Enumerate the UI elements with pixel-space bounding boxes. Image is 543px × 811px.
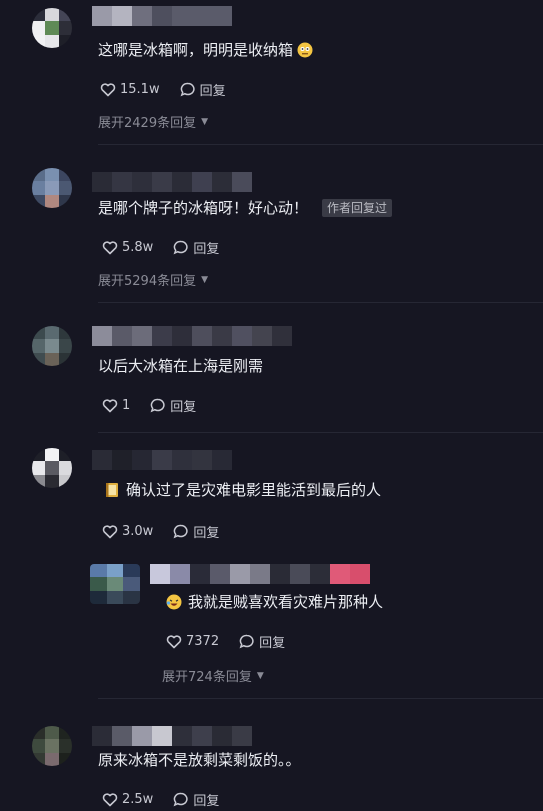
comment-text: 是哪个牌子的冰箱呀！好心动！ 作者回复过: [98, 198, 393, 218]
expand-replies[interactable]: 展开5294条回复 ▼: [98, 270, 208, 289]
comment-item: 确认过了是灾难电影里能活到最后的人 3.0w 回复 我就是贼喜欢看灾难片那种人 …: [0, 440, 543, 700]
speech-bubble-icon: [173, 524, 188, 539]
avatar[interactable]: [32, 168, 72, 208]
reply-button[interactable]: 回复: [173, 790, 219, 809]
like-button[interactable]: 3.0w: [102, 524, 153, 539]
comment-text: 以后大冰箱在上海是刚需: [98, 357, 264, 375]
like-button[interactable]: 1: [102, 398, 130, 413]
username[interactable]: [92, 172, 252, 192]
divider: [98, 698, 543, 699]
comment-item: 原来冰箱不是放剩菜剩饭的。。 2.5w 回复: [0, 708, 543, 811]
caret-down-icon: ▼: [201, 274, 209, 285]
divider: [98, 432, 543, 433]
heart-outline-icon: [102, 793, 118, 807]
username[interactable]: [92, 726, 252, 746]
like-count: 15.1w: [120, 82, 160, 97]
comment-text: 这哪是冰箱啊，明明是收纳箱: [98, 40, 313, 60]
reply-button[interactable]: 回复: [173, 238, 219, 257]
heart-outline-icon: [100, 83, 116, 97]
comment-text: 原来冰箱不是放剩菜剩饭的。。: [98, 751, 301, 769]
divider: [98, 302, 543, 303]
laughing-emoji-icon: [166, 594, 182, 610]
avatar[interactable]: [32, 326, 72, 366]
heart-outline-icon: [166, 635, 182, 649]
caret-down-icon: ▼: [201, 116, 209, 127]
reply-button[interactable]: 回复: [239, 632, 285, 651]
divider: [98, 144, 543, 145]
expand-replies[interactable]: 展开724条回复 ▼: [162, 666, 264, 685]
reply-label: 回复: [193, 242, 220, 257]
caret-down-icon: ▼: [256, 670, 264, 681]
emoji-icon: [297, 42, 313, 58]
speech-bubble-icon: [173, 240, 188, 255]
reply-label: 回复: [199, 84, 226, 99]
comment-text: 我就是贼喜欢看灾难片那种人: [166, 592, 383, 612]
like-count: 2.5w: [122, 792, 154, 807]
like-button[interactable]: 5.8w: [102, 240, 153, 255]
like-count: 1: [122, 398, 131, 413]
comment-text: 确认过了是灾难电影里能活到最后的人: [104, 480, 381, 500]
username[interactable]: [92, 6, 232, 26]
speech-bubble-icon: [239, 634, 254, 649]
speech-bubble-icon: [180, 82, 195, 97]
like-button[interactable]: 7372: [166, 634, 219, 649]
heart-outline-icon: [102, 525, 118, 539]
comment-item: 以后大冰箱在上海是刚需 1 回复: [0, 310, 543, 430]
reply-label: 回复: [193, 794, 220, 809]
reply-button[interactable]: 回复: [150, 396, 196, 415]
like-count: 7372: [186, 634, 220, 649]
avatar[interactable]: [90, 564, 140, 604]
comment-item: 这哪是冰箱啊，明明是收纳箱 15.1w 回复 展开2429条回复 ▼: [0, 0, 543, 140]
username[interactable]: [92, 326, 292, 346]
reply-button[interactable]: 回复: [173, 522, 219, 541]
heart-outline-icon: [102, 241, 118, 255]
username[interactable]: [150, 564, 370, 584]
reply-label: 回复: [193, 526, 220, 541]
like-button[interactable]: 2.5w: [102, 792, 153, 807]
comment-item: 是哪个牌子的冰箱呀！好心动！ 作者回复过 5.8w 回复 展开5294条回复 ▼: [0, 150, 543, 300]
reply-button[interactable]: 回复: [180, 80, 226, 99]
like-count: 3.0w: [122, 524, 154, 539]
notebook-emoji-icon: [106, 483, 118, 497]
reply-label: 回复: [259, 636, 286, 651]
heart-outline-icon: [102, 399, 118, 413]
speech-bubble-icon: [173, 792, 188, 807]
avatar[interactable]: [32, 8, 72, 48]
speech-bubble-icon: [150, 398, 165, 413]
like-count: 5.8w: [122, 240, 154, 255]
reply-label: 回复: [170, 400, 197, 415]
avatar[interactable]: [32, 448, 72, 488]
author-replied-badge: 作者回复过: [322, 199, 393, 217]
expand-replies[interactable]: 展开2429条回复 ▼: [98, 112, 208, 131]
like-button[interactable]: 15.1w: [100, 82, 160, 97]
username[interactable]: [92, 450, 232, 470]
avatar[interactable]: [32, 726, 72, 766]
